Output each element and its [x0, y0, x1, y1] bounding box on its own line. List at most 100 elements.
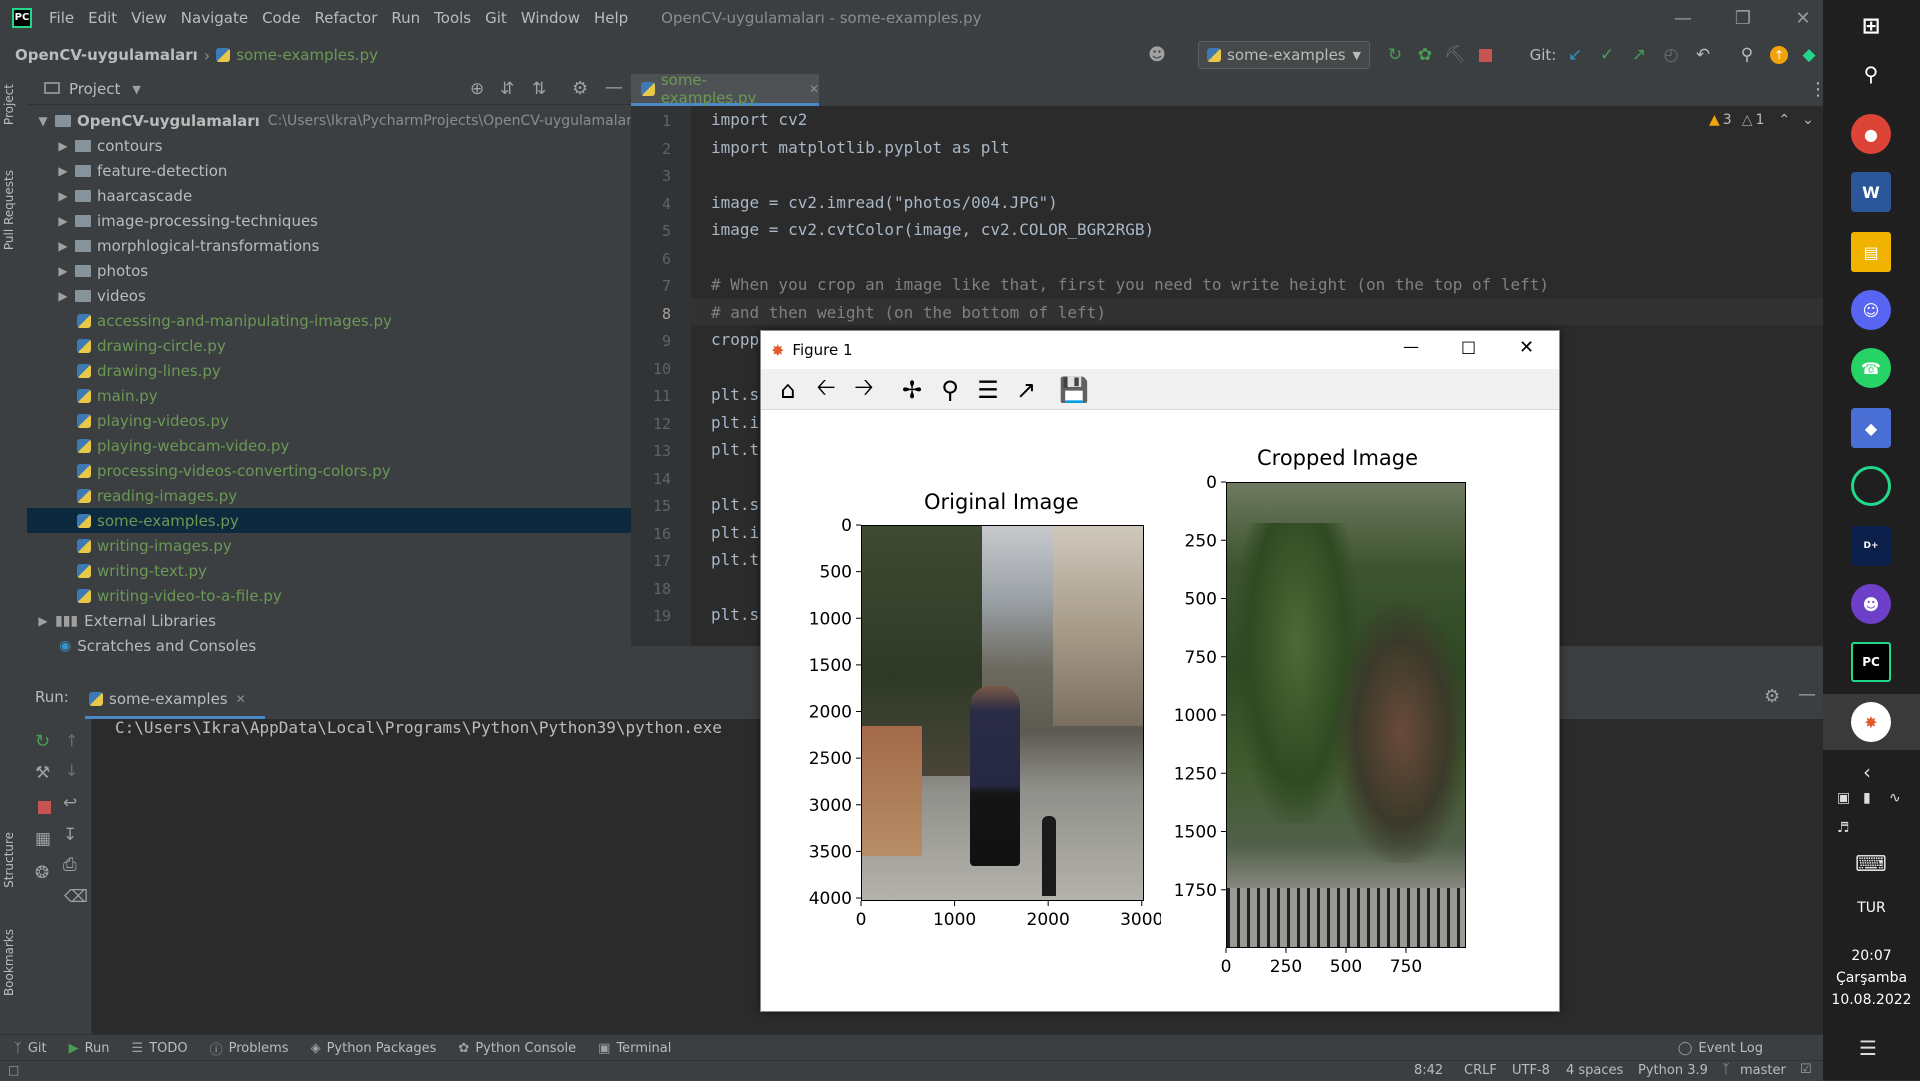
tree-file[interactable]: writing-text.py	[27, 558, 675, 583]
wrench-icon[interactable]: ⚒	[35, 763, 50, 783]
matplotlib-icon[interactable]: ✸	[1851, 702, 1891, 742]
menu-code[interactable]: Code	[255, 9, 307, 27]
update-icon[interactable]: ↑	[1768, 44, 1790, 66]
indent-setting[interactable]: 4 spaces	[1566, 1063, 1623, 1078]
rerun-icon[interactable]: ↻	[1384, 44, 1406, 66]
trash-icon[interactable]: ⌫	[64, 887, 88, 907]
tool-tab-python-console[interactable]: ✿ Python Console	[458, 1041, 576, 1056]
stop-icon[interactable]	[38, 801, 51, 814]
collapse-all-icon[interactable]: ⇅	[532, 79, 546, 99]
soft-wrap-icon[interactable]: ↩	[63, 793, 77, 813]
caret-position[interactable]: 8:42	[1414, 1063, 1443, 1078]
pycharm-icon[interactable]: PC	[1851, 642, 1891, 682]
event-log-button[interactable]: ◯ Event Log	[1678, 1041, 1763, 1056]
chevron-left-icon[interactable]: ‹	[1863, 760, 1871, 784]
disney-plus-icon[interactable]: D+	[1851, 526, 1891, 566]
editor-tab-active[interactable]: some-examples.py ✕	[631, 71, 819, 107]
menu-tools[interactable]: Tools	[427, 9, 478, 27]
circle-app-icon[interactable]	[1851, 466, 1891, 506]
clock-date[interactable]: 10.08.2022	[1823, 992, 1920, 1008]
lock-icon[interactable]: ☑	[1800, 1062, 1812, 1077]
debug-icon[interactable]: ✿	[1414, 44, 1436, 66]
tree-file[interactable]: writing-video-to-a-file.py	[27, 583, 675, 608]
tree-external-libraries[interactable]: ▶ ▮▮▮ External Libraries	[27, 608, 639, 633]
git-commit-icon[interactable]: ✓	[1596, 44, 1618, 66]
tree-folder[interactable]: ▶ photos	[27, 258, 659, 283]
rerun-icon[interactable]: ↻	[35, 731, 50, 752]
tree-file[interactable]: main.py	[27, 383, 675, 408]
menu-run[interactable]: Run	[384, 9, 427, 27]
print-icon[interactable]: ⎙	[63, 855, 77, 875]
console-output[interactable]: C:\Users\Ikra\AppData\Local\Programs\Pyt…	[115, 718, 722, 737]
tree-file[interactable]: drawing-lines.py	[27, 358, 675, 383]
git-update-icon[interactable]: ↙	[1564, 44, 1586, 66]
keyboard-icon[interactable]: ⌨	[1855, 852, 1887, 877]
tree-file[interactable]: processing-videos-converting-colors.py	[27, 458, 675, 483]
hide-panel-icon[interactable]: —	[1798, 684, 1816, 705]
subplots-config-icon[interactable]: ☰	[973, 375, 1003, 405]
menu-window[interactable]: Window	[514, 9, 587, 27]
meet-icon[interactable]: ▣	[1837, 790, 1850, 806]
menu-edit[interactable]: Edit	[81, 9, 124, 27]
figure-canvas[interactable]: Original Image 0 1000 2000 3000 0 500 1000 1500…	[761, 410, 1559, 1011]
word-icon[interactable]: W	[1851, 172, 1891, 212]
git-branch[interactable]: master	[1740, 1063, 1786, 1078]
git-client-icon[interactable]: ◆	[1851, 408, 1891, 448]
minimize-icon[interactable]: —	[1403, 337, 1419, 356]
tool-tab-run[interactable]: ▶ Run	[69, 1041, 110, 1056]
gear-icon[interactable]: ⚙	[1764, 686, 1780, 707]
tab-project-vertical[interactable]: Project	[2, 84, 16, 125]
expand-all-icon[interactable]: ⇵	[500, 79, 514, 99]
search-icon[interactable]: ⚲	[1851, 54, 1891, 94]
coverage-icon[interactable]: ⛏	[1444, 44, 1466, 66]
tree-root[interactable]: ▼ OpenCV-uygulamaları C:\Users\Ikra\Pych…	[27, 108, 639, 133]
tree-file[interactable]: reading-images.py	[27, 483, 675, 508]
tree-folder[interactable]: ▶ videos	[27, 283, 659, 308]
menu-git[interactable]: Git	[478, 9, 514, 27]
tool-tab-git[interactable]: ᛉ Git	[14, 1041, 47, 1056]
tree-file[interactable]: accessing-and-manipulating-images.py	[27, 308, 675, 333]
github-icon[interactable]: ☻	[1851, 584, 1891, 624]
tree-file[interactable]: writing-images.py	[27, 533, 675, 558]
menu-help[interactable]: Help	[587, 9, 635, 27]
tree-file-selected[interactable]: some-examples.py	[27, 508, 675, 533]
tool-tab-todo[interactable]: ☰ TODO	[132, 1041, 188, 1056]
tool-tab-python-packages[interactable]: ◈ Python Packages	[311, 1041, 437, 1056]
battery-icon[interactable]: ▮	[1863, 790, 1871, 806]
tool-tab-problems[interactable]: ⓘ Problems	[210, 1039, 289, 1058]
search-icon[interactable]: ⚲	[1736, 44, 1758, 66]
chevron-up-icon[interactable]: ⌃	[1778, 112, 1790, 128]
tree-scratches[interactable]: ◉ Scratches and Consoles	[27, 633, 655, 658]
edit-axis-icon[interactable]: ↗	[1011, 375, 1041, 405]
close-tab-icon[interactable]: ✕	[236, 692, 246, 706]
volume-icon[interactable]: ♬	[1837, 820, 1850, 836]
stop-icon[interactable]	[1474, 44, 1496, 66]
menu-file[interactable]: File	[42, 9, 81, 27]
clock-time[interactable]: 20:07	[1823, 948, 1920, 964]
locate-icon[interactable]: ⊕	[470, 79, 484, 99]
menu-view[interactable]: View	[124, 9, 174, 27]
inspection-widget[interactable]: ▲ 3 △ 1 ⌃ ⌄	[1709, 112, 1814, 128]
scroll-to-end-icon[interactable]: ↧	[63, 825, 77, 845]
tree-folder[interactable]: ▶ feature-detection	[27, 158, 659, 183]
tree-file[interactable]: playing-videos.py	[27, 408, 675, 433]
file-explorer-icon[interactable]: ▤	[1851, 232, 1891, 272]
git-push-icon[interactable]: ↗	[1628, 44, 1650, 66]
clock-day[interactable]: Çarşamba	[1823, 970, 1920, 986]
tab-structure-vertical[interactable]: Structure	[2, 832, 16, 888]
history-icon[interactable]: ◴	[1660, 44, 1682, 66]
tree-folder[interactable]: ▶ haarcascade	[27, 183, 659, 208]
run-tab[interactable]: some-examples ✕	[85, 682, 265, 719]
maximize-icon[interactable]: □	[1461, 337, 1476, 356]
whatsapp-icon[interactable]: ☎	[1851, 348, 1891, 388]
wifi-icon[interactable]: ∿	[1889, 790, 1901, 806]
tree-folder[interactable]: ▶ morphlogical-transformations	[27, 233, 659, 258]
chrome-icon[interactable]: ●	[1851, 114, 1891, 154]
user-icon[interactable]: ☻	[1146, 44, 1168, 66]
gear-icon[interactable]: ⚙	[572, 78, 588, 99]
project-panel-title[interactable]: Project	[69, 80, 120, 98]
tree-folder[interactable]: ▶ contours	[27, 133, 659, 158]
plugin-icon[interactable]: ◆	[1798, 44, 1820, 66]
minimize-icon[interactable]: —	[1653, 0, 1713, 36]
line-separator[interactable]: CRLF	[1464, 1063, 1497, 1078]
